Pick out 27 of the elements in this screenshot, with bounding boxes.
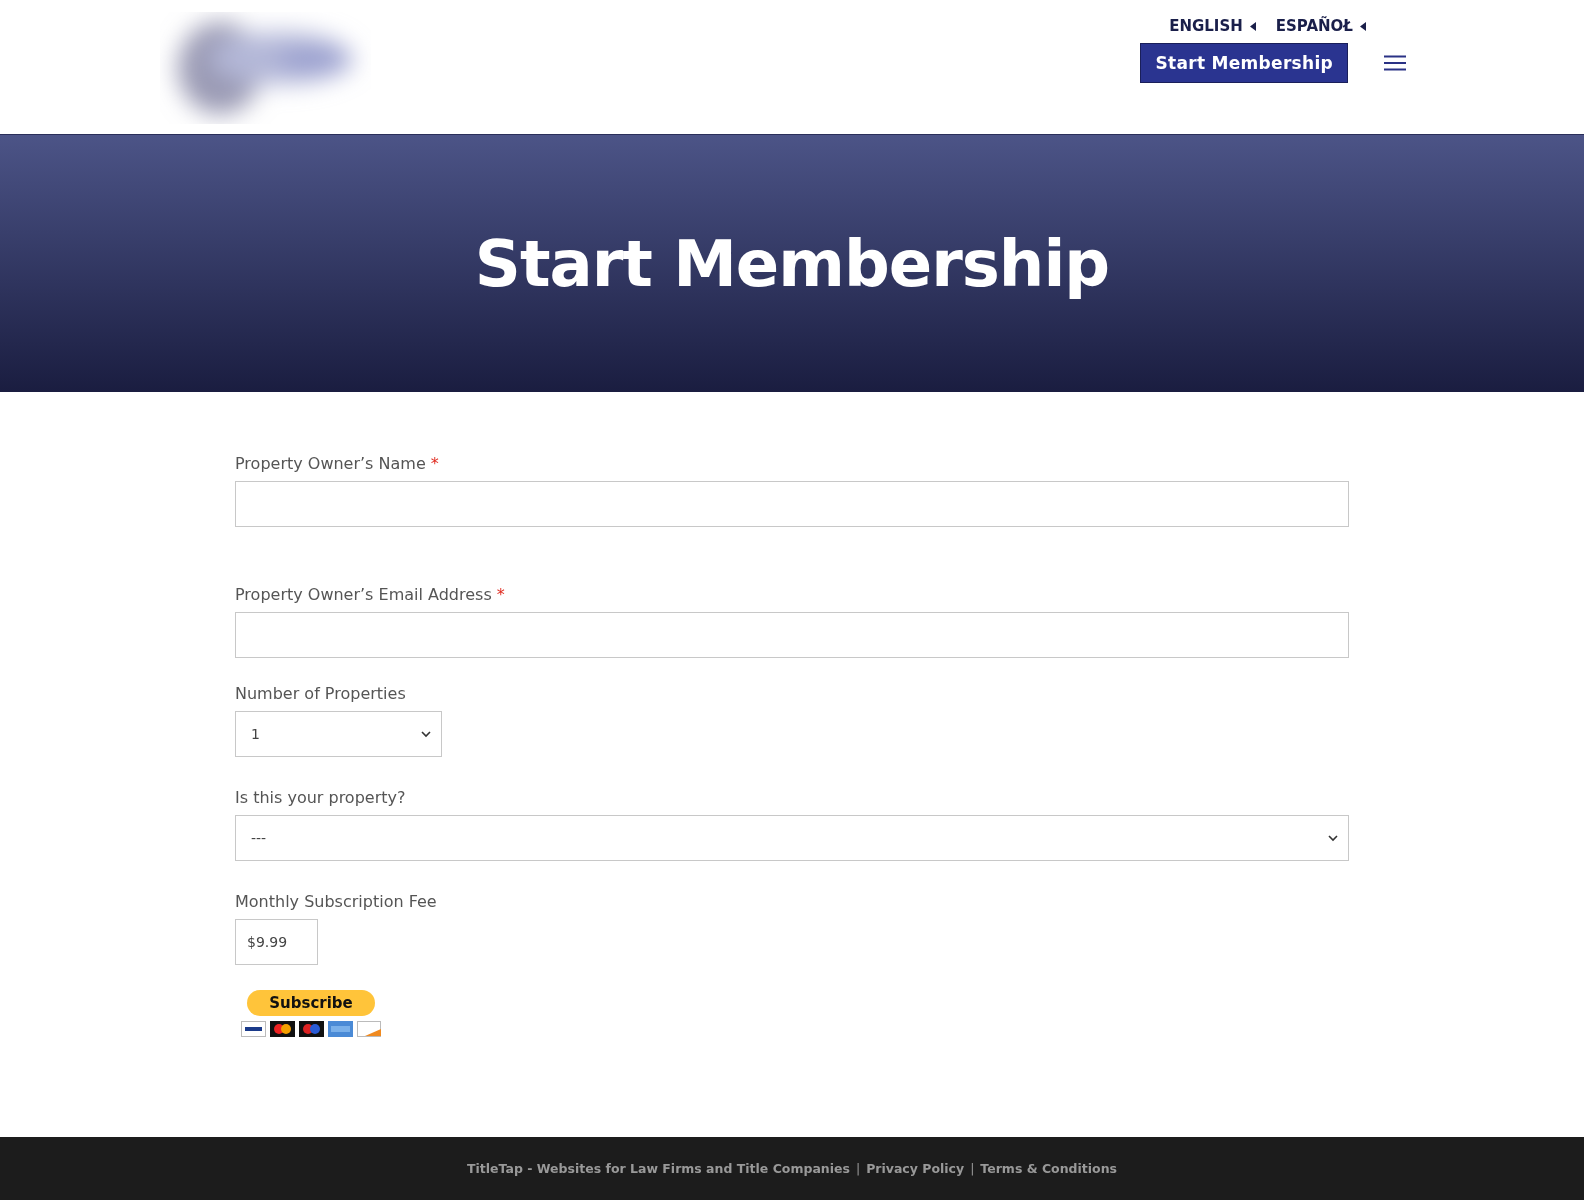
language-link[interactable]: ESPAÑOŁ	[1275, 17, 1366, 35]
page-title: Start Membership	[474, 226, 1110, 301]
select-dropdown[interactable]: 1	[235, 711, 442, 757]
field-label: Monthly Subscription Fee	[235, 892, 437, 911]
select-dropdown[interactable]: ---	[235, 815, 1349, 861]
required-marker: *	[496, 585, 505, 604]
language-link[interactable]: ENGLISH	[1169, 17, 1256, 35]
footer-link[interactable]: Terms & Conditions	[980, 1161, 1117, 1176]
chevron-down-icon	[1328, 834, 1338, 842]
footer-link[interactable]: TitleTap - Websites for Law Firms and Title Companies	[467, 1161, 850, 1176]
field-label: Is this your property?	[235, 788, 406, 807]
field-label: Property Owner’s Email Address	[235, 585, 492, 604]
field-label: Number of Properties	[235, 684, 406, 703]
start-membership-button[interactable]: Start Membership	[1140, 43, 1348, 83]
menu-icon[interactable]	[1384, 55, 1406, 71]
text-field[interactable]	[235, 612, 1349, 658]
chevron-down-icon	[421, 730, 431, 738]
separator: |	[855, 1161, 861, 1176]
separator: |	[970, 1161, 975, 1176]
required-marker: *	[430, 454, 439, 473]
footer-link[interactable]: Privacy Policy	[866, 1161, 965, 1176]
text-field[interactable]	[235, 481, 1349, 527]
field-label: Property Owner’s Name	[235, 454, 426, 473]
price-field: $9.99	[235, 919, 318, 965]
subscribe-button[interactable]: Subscribe	[247, 990, 375, 1016]
caret-icon	[1249, 21, 1256, 31]
caret-icon	[1360, 21, 1366, 31]
